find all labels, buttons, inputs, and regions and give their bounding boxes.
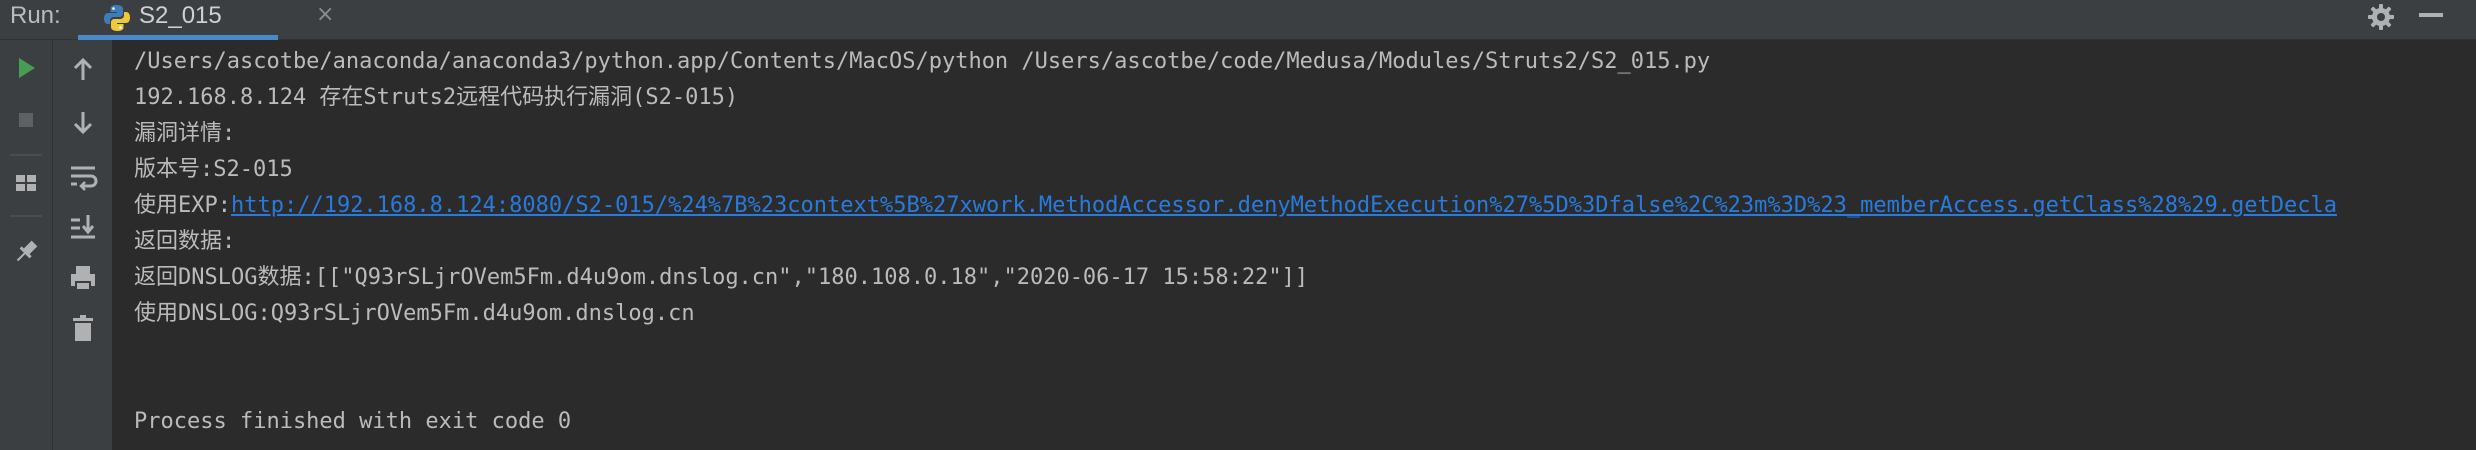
soft-wrap-icon[interactable] — [65, 158, 101, 194]
console-actions-toolbar — [53, 40, 113, 450]
console-line-dnslog-used: 使用DNSLOG:Q93rSLjrOVem5Fm.d4u9om.dnslog.c… — [134, 301, 695, 326]
scroll-to-end-icon[interactable] — [65, 208, 101, 244]
run-tool-window-header: Run: S2_015 × — [0, 0, 2476, 40]
console-line-vuln-found: 192.168.8.124 存在Struts2远程代码执行漏洞(S2-015) — [134, 85, 739, 110]
console-line-dnslog-data: 返回DNSLOG数据:[["Q93rSLjrOVem5Fm.d4u9om.dns… — [134, 265, 1309, 290]
exp-link[interactable]: http://192.168.8.124:8080/S2-015/%24%7B%… — [231, 193, 2337, 218]
toolbar-divider — [10, 154, 42, 156]
console-line-details-heading: 漏洞详情: — [134, 121, 236, 146]
console-line-exp: 使用EXP:http://192.168.8.124:8080/S2-015/%… — [134, 191, 2337, 221]
console-line-exit: Process finished with exit code 0 — [134, 409, 572, 434]
console-output[interactable]: /Users/ascotbe/anaconda/anaconda3/python… — [114, 40, 2476, 450]
arrow-up-icon[interactable] — [65, 52, 101, 88]
print-icon[interactable] — [65, 260, 101, 296]
play-icon[interactable] — [8, 50, 44, 86]
arrow-down-icon[interactable] — [65, 104, 101, 140]
toolbar-divider — [10, 215, 42, 217]
tab-s2-015[interactable]: S2_015 × — [78, 0, 334, 40]
gear-icon[interactable] — [2366, 2, 2396, 32]
exp-label: 使用EXP: — [134, 193, 231, 218]
run-label: Run: — [10, 2, 61, 29]
stop-icon[interactable] — [8, 102, 44, 138]
tab-title: S2_015 — [139, 2, 222, 29]
trash-icon[interactable] — [65, 310, 101, 346]
console-line-command: /Users/ascotbe/anaconda/anaconda3/python… — [134, 49, 1711, 74]
minimize-icon[interactable] — [2419, 13, 2443, 17]
console-line-return-heading: 返回数据: — [134, 229, 236, 254]
pin-icon[interactable] — [8, 234, 44, 270]
python-icon — [102, 3, 132, 33]
close-icon[interactable]: × — [316, 0, 334, 30]
run-actions-toolbar — [0, 40, 53, 450]
layout-icon[interactable] — [8, 165, 44, 201]
console-line-version: 版本号:S2-015 — [134, 157, 293, 182]
run-tool-window: Run: S2_015 × /Users/ascotbe/anaconda/an… — [0, 0, 2476, 450]
